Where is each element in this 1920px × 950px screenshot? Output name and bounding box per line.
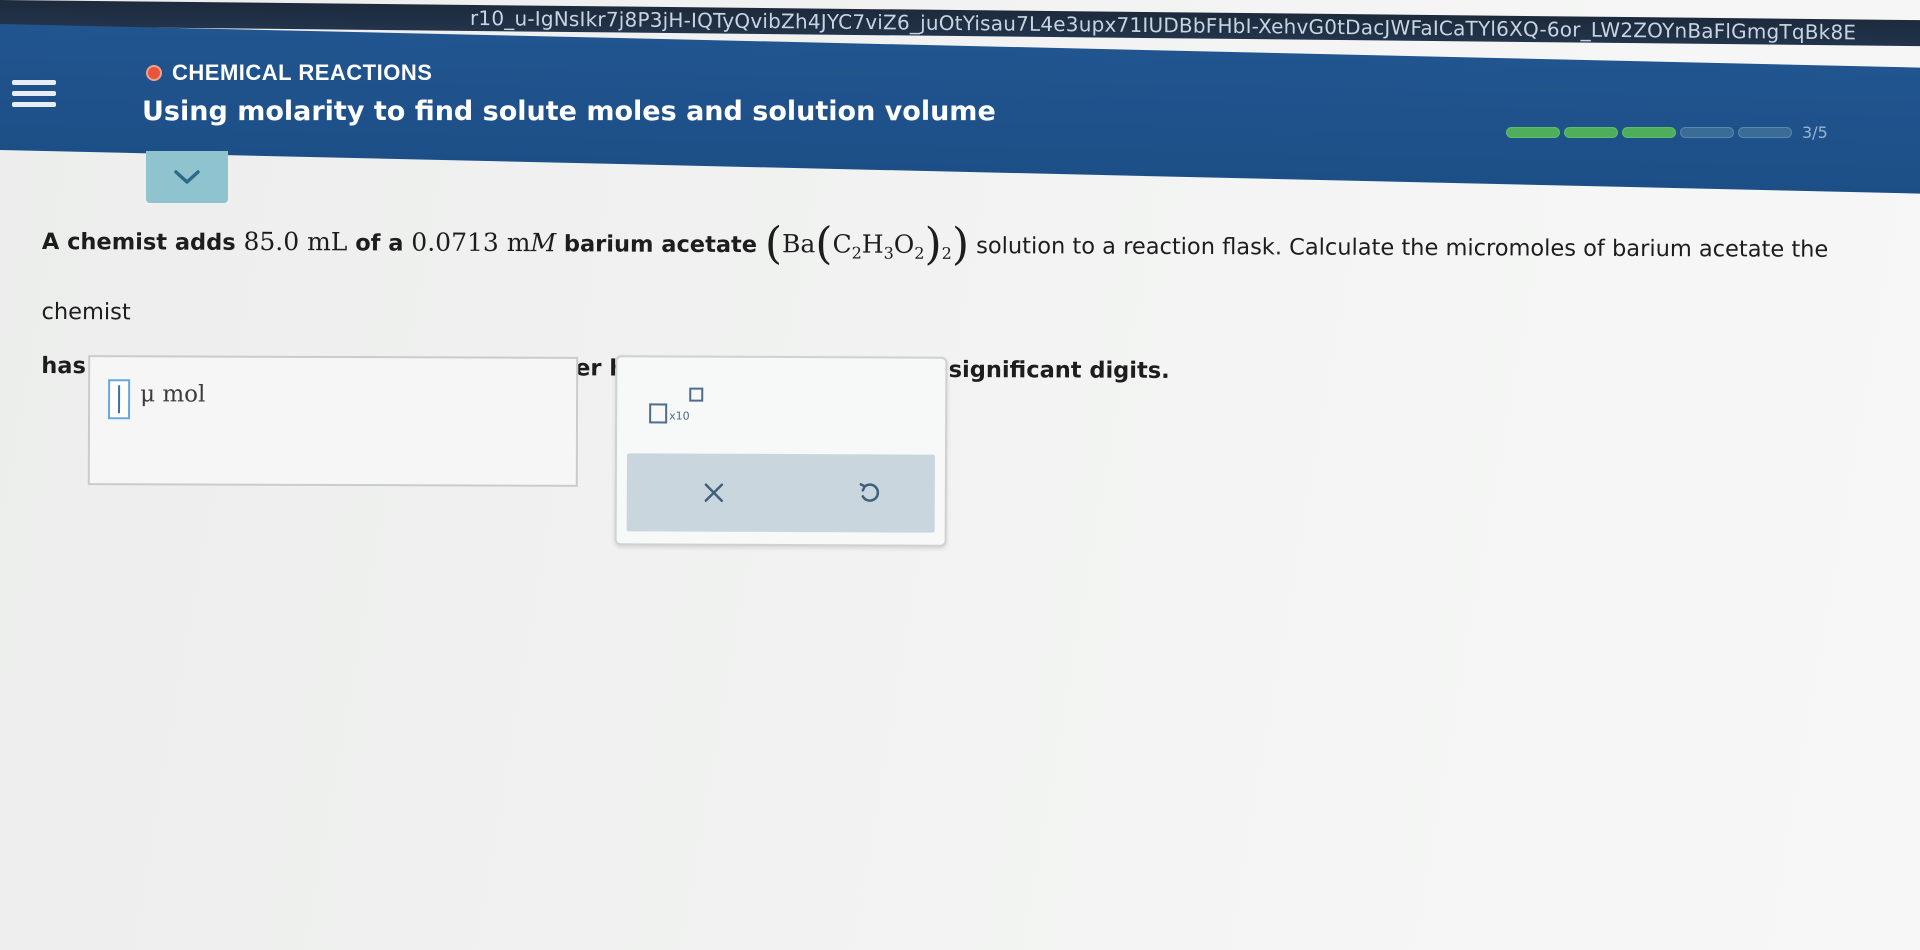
header-content: CHEMICAL REACTIONS Using molarity to fin… [0, 24, 1920, 154]
close-icon [704, 483, 724, 502]
progress-segment [1738, 127, 1792, 138]
x10-label: x10 [669, 409, 690, 423]
answer-input[interactable] [108, 379, 131, 420]
collapse-button[interactable] [146, 151, 228, 203]
undo-icon [859, 483, 880, 502]
chemical-formula: (Ba(C2H3O2)2) [764, 218, 970, 271]
topic-status-dot [146, 65, 162, 81]
concentration-value: 0.0713 m [411, 227, 531, 258]
menu-icon[interactable] [12, 68, 60, 118]
progress-segment [1506, 127, 1560, 138]
answer-area: μ mol [87, 355, 579, 487]
page: r10_u-IgNsIkr7j8P3jH-IQTyQvibZh4JYC7viZ6… [0, 0, 1920, 950]
question-line-1: A chemist adds 85.0 mL of a 0.0713 mM ba… [41, 218, 1829, 326]
topic-row: CHEMICAL REACTIONS [146, 60, 432, 86]
clear-button[interactable] [689, 468, 739, 518]
concentration-unit: M [530, 228, 557, 258]
progress-indicator: 3/5 [1506, 123, 1828, 142]
undo-button[interactable] [845, 468, 895, 518]
exponent-box-icon [689, 387, 704, 402]
progress-segment [1680, 127, 1734, 138]
action-strip [626, 453, 935, 533]
volume-value: 85.0 mL [243, 226, 348, 257]
topic-label: CHEMICAL REACTIONS [172, 60, 433, 85]
tools-panel: x10 [614, 355, 948, 547]
progress-segment [1564, 127, 1618, 138]
progress-segment [1622, 127, 1676, 138]
progress-count: 3/5 [1802, 123, 1828, 142]
scientific-notation-button[interactable]: x10 [649, 387, 709, 427]
chevron-down-icon [174, 170, 200, 184]
answer-unit: μ mol [140, 381, 206, 408]
mantissa-box-icon [649, 403, 668, 424]
lesson-title: Using molarity to find solute moles and … [142, 96, 996, 127]
